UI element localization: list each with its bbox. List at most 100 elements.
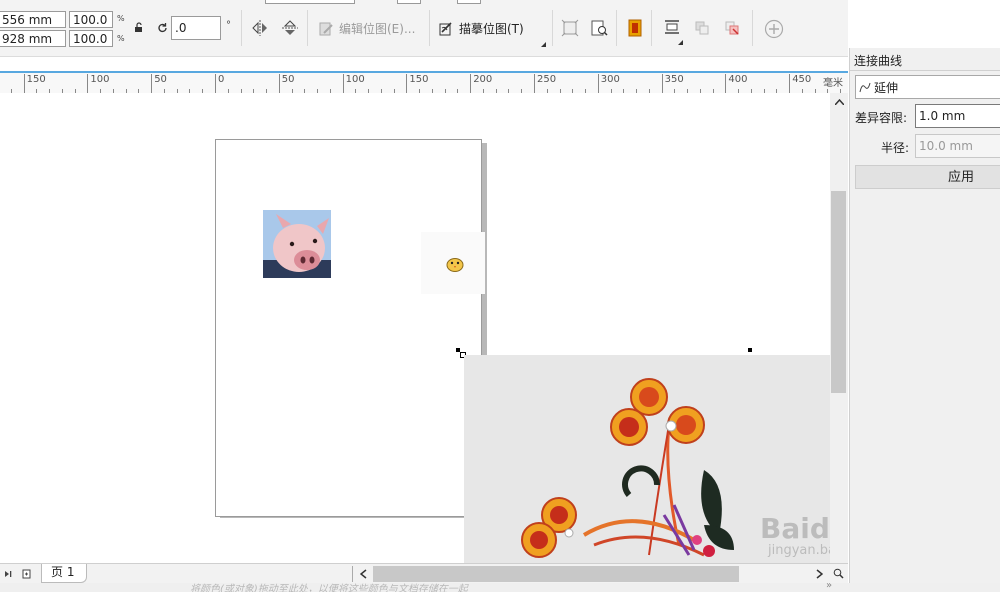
- scroll-left-icon[interactable]: [360, 569, 367, 579]
- ruler-tick: [278, 74, 280, 93]
- top-row-field-small: [397, 0, 421, 4]
- join-mode-select[interactable]: 延伸: [855, 75, 1000, 99]
- ruler-unit: 毫米: [823, 78, 843, 89]
- trace-bitmap-button[interactable]: 描摹位图(T): [438, 20, 524, 37]
- lock-ratio-icon[interactable]: [134, 22, 144, 36]
- separator: [307, 10, 308, 46]
- ruler-tick: [534, 74, 535, 93]
- separator: [651, 10, 652, 46]
- object-width-field[interactable]: 556 mm: [0, 11, 66, 28]
- ruler-label: 0: [218, 74, 225, 85]
- ruler-tick: [342, 74, 344, 93]
- ruler-label: 150: [26, 74, 46, 85]
- mirror-horizontal-icon[interactable]: [251, 19, 269, 40]
- ruler-tick: [597, 74, 599, 93]
- divider: [850, 70, 1000, 71]
- apply-button[interactable]: 应用: [855, 165, 1000, 189]
- pig-photo[interactable]: [263, 210, 331, 278]
- ruler-label: 50: [281, 74, 295, 85]
- ruler-tick: [23, 74, 25, 93]
- tolerance-input[interactable]: 1.0 mm: [915, 104, 1000, 128]
- ruler-tick: [87, 74, 89, 93]
- scale-y-field[interactable]: 100.0: [69, 30, 113, 47]
- scroll-up-icon[interactable]: [835, 99, 844, 105]
- crop-bitmap-icon[interactable]: [561, 19, 579, 40]
- percent-unit-x: %: [117, 14, 125, 23]
- divider: [352, 566, 353, 582]
- ruler-highlight: [0, 71, 848, 73]
- drawing-canvas[interactable]: Baidu经验 jingyan.baidu.com: [0, 93, 830, 563]
- separator: [429, 10, 430, 46]
- resample-icon[interactable]: [590, 19, 608, 40]
- edit-bitmap-label: 编辑位图(E)...: [339, 22, 416, 36]
- document-palette-bar: 将颜色(或对象)拖动至此处，以便将这些颜色与文档存储在一起 »: [0, 583, 1000, 592]
- bitmap-color-mask-icon[interactable]: [626, 18, 644, 41]
- ruler-label: 200: [473, 74, 493, 85]
- ruler-label: 350: [664, 74, 684, 85]
- text-wrap-dropdown-icon[interactable]: [678, 34, 683, 48]
- document-page[interactable]: [215, 139, 482, 517]
- join-mode-value: 延伸: [874, 80, 899, 95]
- ruler-label: 100: [90, 74, 110, 85]
- baidu-watermark: Baidu经验 jingyan.baidu.com: [760, 481, 830, 563]
- ruler-tick: [470, 74, 472, 93]
- horizontal-ruler: 150 100 50 0 50 100 150 200 250 300 350 400 450 毫米: [0, 71, 848, 94]
- watermark-url: jingyan.baidu.com: [768, 543, 830, 558]
- last-page-icon[interactable]: [4, 570, 12, 578]
- vertical-scrollbar[interactable]: [830, 93, 848, 563]
- separator: [241, 10, 242, 46]
- object-height-field[interactable]: 928 mm: [0, 30, 66, 47]
- extend-mode-icon: [859, 82, 871, 93]
- ruler-label: 50: [154, 74, 167, 85]
- trace-bitmap-label: 描摹位图(T): [459, 22, 524, 36]
- forward-one-icon[interactable]: [724, 20, 740, 39]
- edit-bitmap-icon: [319, 22, 333, 35]
- watermark-brand: Baidu经验: [760, 512, 830, 545]
- ruler-label: 100: [345, 74, 365, 85]
- ruler-label: 450: [792, 74, 812, 85]
- percent-unit-y: %: [117, 34, 125, 43]
- chick-image[interactable]: [421, 232, 485, 294]
- selection-handle[interactable]: [748, 348, 752, 352]
- trace-dropdown-icon[interactable]: [541, 36, 546, 50]
- radius-input[interactable]: 10.0 mm: [915, 134, 1000, 158]
- radius-label: 半径:: [881, 141, 910, 155]
- ruler-tick: [661, 74, 663, 93]
- ruler-tick: [789, 74, 791, 93]
- scroll-right-icon[interactable]: [816, 569, 823, 579]
- mirror-vertical-icon[interactable]: [281, 19, 299, 40]
- palette-hint: 将颜色(或对象)拖动至此处，以便将这些颜色与文档存储在一起: [190, 584, 468, 592]
- back-one-icon[interactable]: [694, 20, 710, 39]
- rotation-angle-field[interactable]: .0: [171, 16, 221, 40]
- top-row-field: [265, 0, 355, 4]
- property-bar: 556 mm 928 mm 100.0 100.0 % % .0 ° 编辑位图(…: [0, 0, 848, 57]
- degree-unit: °: [226, 20, 231, 31]
- ruler-tick: [151, 74, 153, 93]
- add-page-icon[interactable]: [22, 569, 32, 579]
- ruler-tick: [406, 74, 408, 93]
- page-tab[interactable]: 页 1: [41, 564, 87, 583]
- ruler-label: 300: [600, 74, 620, 85]
- top-row-field-small-2: [457, 0, 481, 4]
- trace-bitmap-icon: [439, 21, 452, 35]
- join-curves-docker: 连接曲线 延伸 差异容限: 1.0 mm 半径: 10.0 mm 应用: [849, 48, 1000, 592]
- ruler-label: 250: [537, 74, 557, 85]
- edit-bitmap-button[interactable]: 编辑位图(E)...: [318, 20, 415, 37]
- scale-x-field[interactable]: 100.0: [69, 11, 113, 28]
- add-icon[interactable]: [764, 19, 784, 42]
- palette-scroll-icon[interactable]: »: [826, 583, 832, 591]
- zoom-navigator-icon[interactable]: [833, 568, 844, 579]
- vertical-scroll-thumb[interactable]: [831, 191, 846, 393]
- docker-title: 连接曲线: [854, 54, 903, 68]
- ruler-tick: [725, 74, 727, 93]
- rotate-icon: [157, 22, 169, 37]
- page-navigator-bar: 页 1: [0, 563, 848, 584]
- separator: [552, 10, 553, 46]
- separator: [616, 10, 617, 46]
- tolerance-label: 差异容限:: [855, 111, 908, 125]
- ruler-label: 150: [409, 74, 429, 85]
- separator: [752, 10, 753, 46]
- ruler-tick: [215, 74, 216, 93]
- ruler-label: 400: [728, 74, 748, 85]
- horizontal-scroll-thumb[interactable]: [373, 566, 739, 582]
